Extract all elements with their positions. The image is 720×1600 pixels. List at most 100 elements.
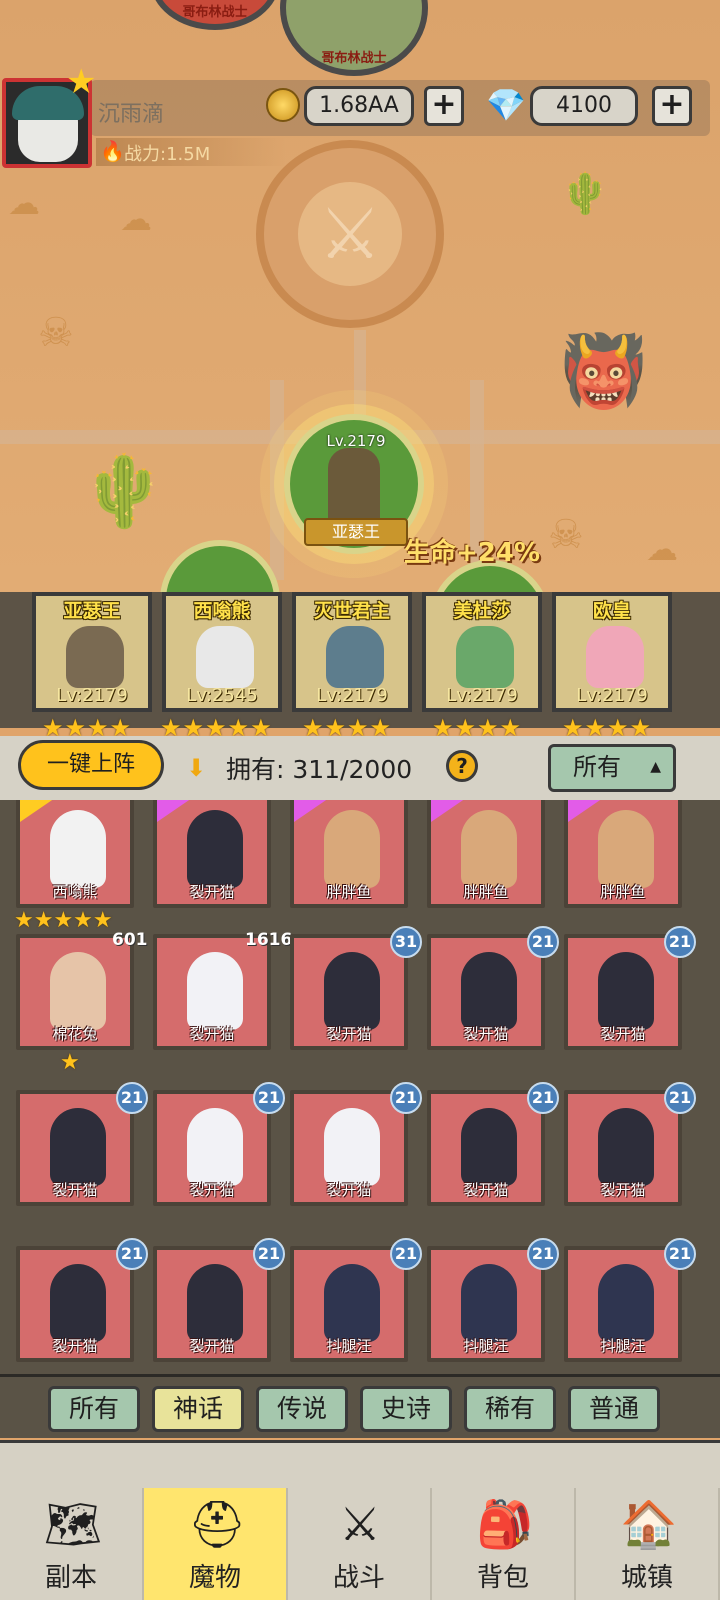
nav-town-shop[interactable]: 🏠 城镇 [576,1488,720,1600]
cloud-icon: ☁ [646,530,678,568]
nav-monster-helmet[interactable]: ⛑ 魔物 [144,1488,288,1600]
skull-icon: ☠ [548,512,584,558]
lineup-hero-card[interactable]: 美杜莎 Lv:2179 [422,592,542,712]
hero-level: Lv:2545 [186,685,258,706]
monster-stars: ★ [60,1050,80,1075]
monster-name: 胖胖鱼 [326,883,372,901]
filter-dropdown[interactable]: 所有 ▲ [548,744,676,792]
stage-name: 亚瑟王 [304,518,408,546]
monster-card[interactable]: 抖腿汪 [290,1246,408,1362]
stage-node-side[interactable] [160,540,280,600]
monster-card[interactable]: 裂开猫 [16,1090,134,1206]
hero-name: 美杜莎 [453,600,511,622]
monster-card[interactable]: 裂开猫 [427,934,545,1050]
monster-card[interactable]: 裂开猫 [153,934,271,1050]
monster-grid[interactable]: 西嗡熊 ★★★★★ 裂开猫 胖胖鱼 胖胖鱼 胖胖鱼 棉花兔 601 ★ 裂开猫 1616 裂开猫 31 裂… [0,800,720,1374]
caret-up-icon: ▲ [650,759,661,775]
monster-portrait [324,1264,380,1342]
help-icon[interactable]: ? [446,750,478,782]
nav-map-scroll[interactable]: 🗺 副本 [0,1488,144,1600]
rarity-tab[interactable]: 史诗 [360,1386,452,1432]
monster-card[interactable]: 胖胖鱼 [564,800,682,908]
lineup-hero-card[interactable]: 亚瑟王 Lv:2179 [32,592,152,712]
boss-gate-node[interactable]: ⚔ [256,140,444,328]
monster-portrait [598,1264,654,1342]
monster-name: 抖腿汪 [600,1337,646,1355]
cloud-icon: ☁ [120,200,152,238]
nav-label: 魔物 [188,1563,241,1593]
level-badge: 21 [664,1238,696,1270]
add-diamond-button[interactable]: + [652,86,692,126]
level-badge: 21 [116,1238,148,1270]
hero-portrait [456,626,514,688]
monster-card[interactable]: 抖腿汪 [427,1246,545,1362]
monster-card[interactable]: 裂开猫 [153,800,271,908]
stage-node-goblin-1[interactable]: 哥布林战士 [150,0,280,30]
stage-node-goblin-2[interactable]: 哥布林战士 [280,0,428,76]
monster-card[interactable]: 裂开猫 [290,1090,408,1206]
rarity-ribbon [20,800,58,822]
monster-card[interactable]: 裂开猫 [153,1090,271,1206]
monster-portrait [598,952,654,1030]
lineup-hero-card[interactable]: 灭世君主 Lv:2179 [292,592,412,712]
monster-card[interactable]: 裂开猫 [564,934,682,1050]
flame-icon: 🔥 [100,139,125,163]
monster-portrait [324,810,380,888]
monster-card[interactable]: 裂开猫 [16,1246,134,1362]
hero-level: Lv:2179 [446,685,518,706]
map-scroll-icon: 🗺 [44,1497,103,1551]
hero-name: 欧皇 [592,600,631,622]
monster-card[interactable]: 西嗡熊 [16,800,134,908]
sort-arrow-icon[interactable]: ⬇ [186,754,206,782]
rarity-tab[interactable]: 所有 [48,1386,140,1432]
owned-count: 拥有: 311/2000 [226,755,413,784]
gold-coin-icon [266,88,300,122]
monster-portrait [187,1108,243,1186]
diamond-icon: 💎 [486,86,526,124]
monster-card[interactable]: 裂开猫 [153,1246,271,1362]
lineup-hero-card[interactable]: 欧皇 Lv:2179 [552,592,672,712]
monster-card[interactable]: 抖腿汪 [564,1246,682,1362]
rarity-tab[interactable]: 传说 [256,1386,348,1432]
monster-name: 抖腿汪 [326,1337,372,1355]
nav-crossed-swords[interactable]: ⚔ 战斗 [288,1488,432,1600]
town-shop-icon: 🏠 [620,1497,678,1551]
monster-name: 西嗡熊 [52,883,98,901]
nav-backpack[interactable]: 🎒 背包 [432,1488,576,1600]
monster-name: 裂开猫 [189,1181,235,1199]
monster-name: 棉花兔 [52,1025,98,1043]
hero-level: Lv:2179 [576,685,648,706]
level-badge: 1616 [245,930,293,950]
monster-helmet-icon: ⛑ [188,1497,247,1551]
level-badge: 21 [253,1082,285,1114]
stage-level: Lv.2179 [326,432,386,450]
auto-deploy-button[interactable]: 一键上阵 [18,740,164,790]
hero-portrait [66,626,124,688]
monster-card[interactable]: 裂开猫 [564,1090,682,1206]
add-gold-button[interactable]: + [424,86,464,126]
rarity-tab[interactable]: 神话 [152,1386,244,1432]
monster-card[interactable]: 裂开猫 [290,934,408,1050]
level-badge: 21 [664,926,696,958]
rarity-tab[interactable]: 稀有 [464,1386,556,1432]
rarity-tab[interactable]: 普通 [568,1386,660,1432]
buff-label: 生命+24% [404,538,541,568]
monster-card[interactable]: 胖胖鱼 [427,800,545,908]
crossed-swords-emblem-icon: ⚔ [298,182,402,286]
level-badge: 21 [253,1238,285,1270]
monster-name: 胖胖鱼 [600,883,646,901]
rarity-ribbon [157,800,195,822]
monster-card[interactable]: 胖胖鱼 [290,800,408,908]
monster-card[interactable]: 棉花兔 [16,934,134,1050]
level-badge: 21 [527,1082,559,1114]
lineup-hero-card[interactable]: 西嗡熊 Lv:2545 [162,592,282,712]
monster-name: 裂开猫 [600,1181,646,1199]
level-badge: 21 [390,1082,422,1114]
cactus-icon: 🌵 [560,171,610,217]
monster-portrait [50,810,106,888]
level-badge: 601 [112,930,148,950]
hero-level: Lv:2179 [56,685,128,706]
cactus-icon: 🌵 [80,450,168,532]
vip-star-icon: ★ [66,62,97,102]
monster-card[interactable]: 裂开猫 [427,1090,545,1206]
